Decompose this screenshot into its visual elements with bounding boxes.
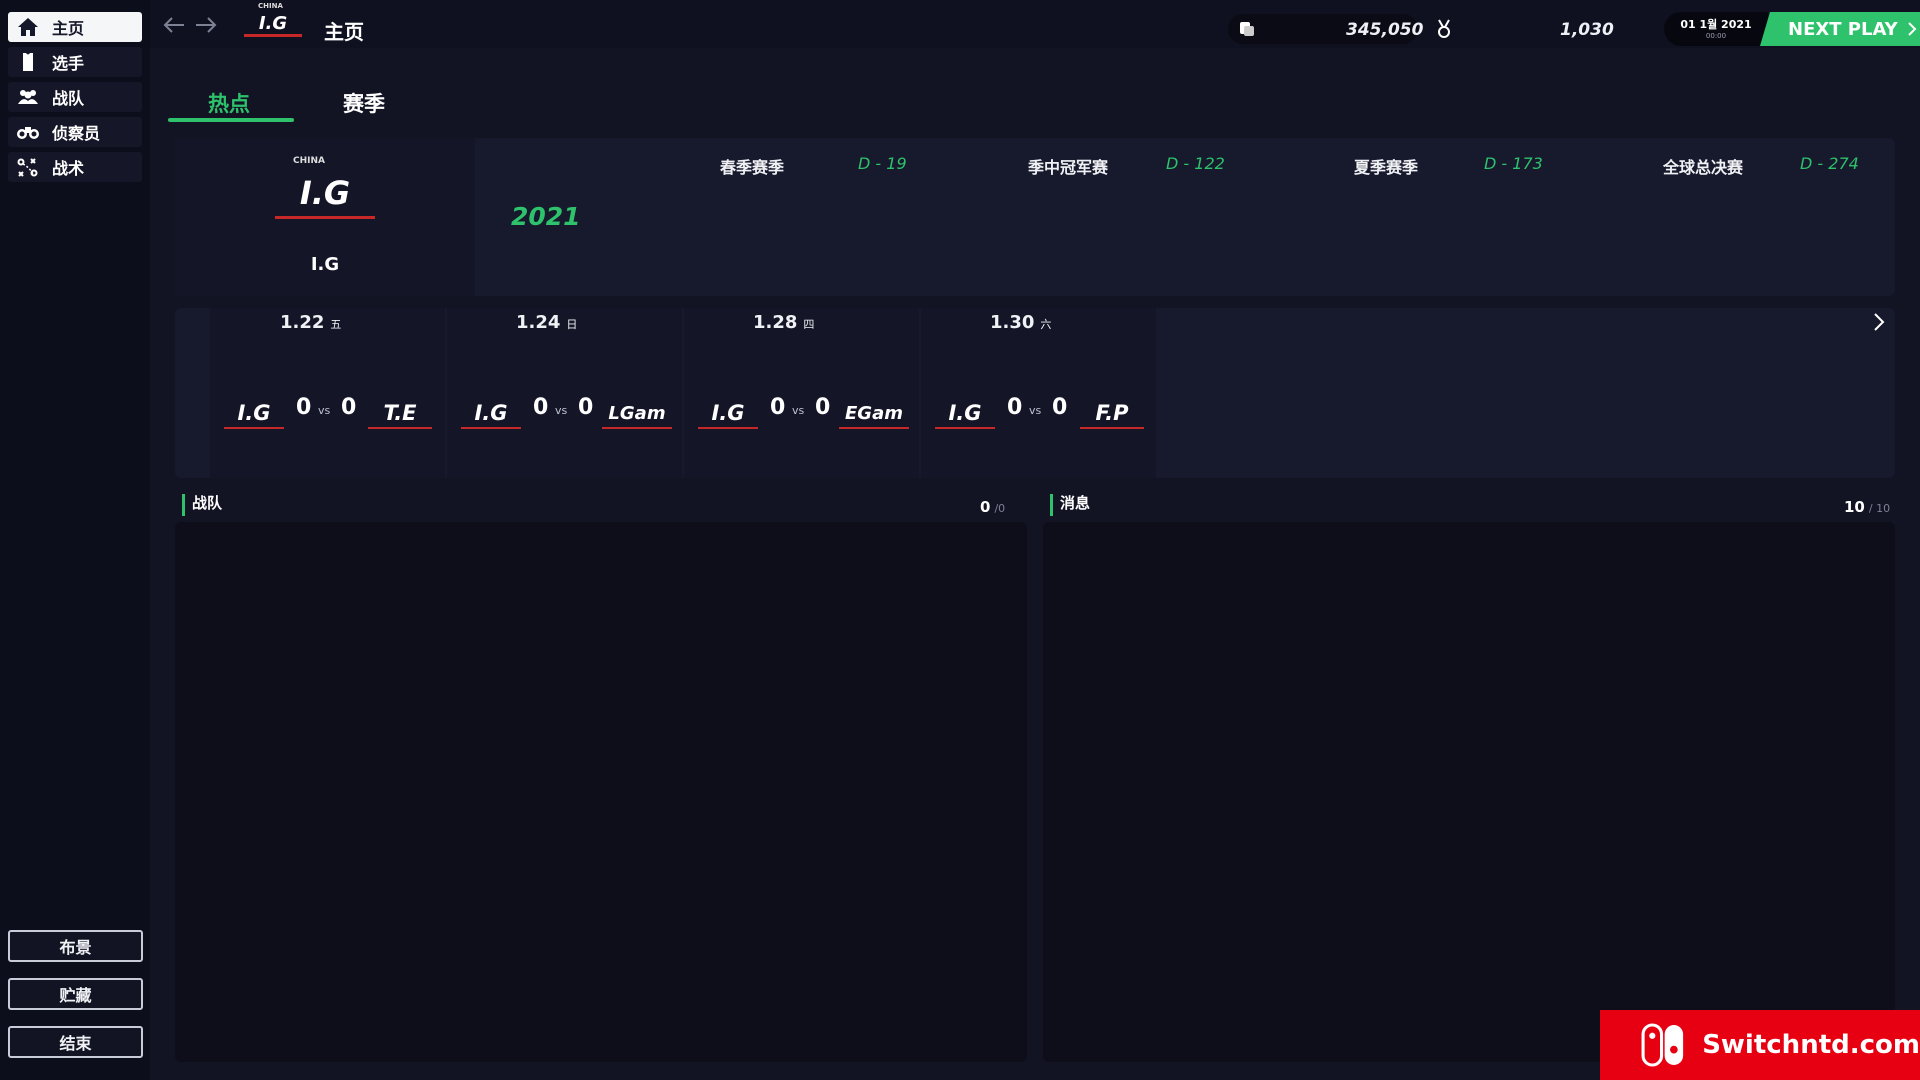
- event-msi-name: 季中冠军赛: [1028, 158, 1109, 177]
- sidebar: 主页 选手 战队 侦察员 战术 布景 贮藏 结束: [0, 0, 150, 1080]
- sidebar-item-label: 主页: [52, 19, 85, 38]
- fans-value: 1,030: [1560, 20, 1614, 40]
- money-value: 345,050: [1346, 20, 1424, 40]
- home-icon: [18, 18, 38, 36]
- sidebar-item-players[interactable]: 选手: [8, 47, 142, 77]
- page-title: 主页: [324, 20, 364, 44]
- away-score: 0: [341, 395, 357, 420]
- home-team-logo: I.G: [455, 385, 527, 431]
- team-panel: [175, 522, 1027, 1062]
- tab-hot[interactable]: 热点: [208, 88, 250, 118]
- tab-season[interactable]: 赛季: [343, 88, 385, 118]
- active-tab-indicator: [168, 118, 294, 122]
- vs-label: vs: [792, 404, 805, 417]
- layout-button[interactable]: 布景: [8, 930, 143, 962]
- team-panel-count: 0/0: [980, 498, 1006, 516]
- message-panel: [1043, 522, 1895, 1062]
- chevron-right-icon[interactable]: [1872, 312, 1886, 332]
- event-worlds-name: 全球总决赛: [1663, 158, 1744, 177]
- event-msi-days: D - 122: [1166, 154, 1225, 173]
- home-team-logo: I.G: [929, 385, 1001, 431]
- sidebar-item-team[interactable]: 战队: [8, 82, 142, 112]
- medal-icon: [1438, 19, 1450, 38]
- sidebar-item-scouts[interactable]: 侦察员: [8, 117, 142, 147]
- vs-label: vs: [318, 404, 331, 417]
- team-name: I.G: [310, 254, 340, 275]
- away-team-logo: EGam: [833, 385, 915, 431]
- date-display: 01 1월 2021 00:00: [1664, 12, 1768, 46]
- match-date: 1.28 四: [753, 312, 815, 333]
- next-play-button[interactable]: NEXT PLAY: [1760, 12, 1920, 46]
- team-logo-text: I.G: [299, 174, 351, 212]
- sidebar-item-label: 选手: [52, 54, 85, 73]
- top-bar: [150, 0, 1920, 48]
- header-team-logo: CHINA I.G: [240, 0, 306, 42]
- jersey-icon: [23, 53, 33, 71]
- home-score: 0: [770, 395, 786, 420]
- event-spring-days: D - 19: [858, 154, 907, 173]
- match-date: 1.22 五: [280, 312, 342, 333]
- message-panel-count: 10/ 10: [1844, 498, 1891, 516]
- tactics-icon: [17, 158, 38, 177]
- message-panel-title: 消息: [1050, 494, 1090, 516]
- home-team-logo: I.G: [218, 385, 290, 431]
- team-panel-title: 战队: [182, 494, 222, 516]
- away-team-logo: F.P: [1074, 385, 1150, 431]
- storage-button[interactable]: 贮藏: [8, 978, 143, 1010]
- sidebar-item-label: 侦察员: [52, 124, 101, 143]
- event-spring-name: 春季赛季: [720, 158, 785, 177]
- vs-label: vs: [1029, 404, 1042, 417]
- away-team-logo: T.E: [362, 385, 438, 431]
- sidebar-item-label: 战术: [52, 159, 85, 178]
- exit-button[interactable]: 结束: [8, 1026, 143, 1058]
- event-worlds-days: D - 274: [1800, 154, 1859, 173]
- logo-underline: [275, 216, 375, 219]
- watermark: Switchntd.com: [1600, 1010, 1920, 1080]
- logo-text: I.G: [258, 13, 288, 34]
- home-score: 0: [296, 395, 312, 420]
- home-score: 0: [533, 395, 549, 420]
- away-score: 0: [1052, 395, 1068, 420]
- chevron-right-icon: [1907, 22, 1917, 36]
- season-year: 2021: [511, 202, 581, 231]
- event-summer-days: D - 173: [1484, 154, 1543, 173]
- sidebar-item-tactics[interactable]: 战术: [8, 152, 142, 182]
- home-team-logo: I.G: [692, 385, 764, 431]
- logo-country-text: CHINA: [293, 156, 325, 166]
- match-date: 1.24 日: [516, 312, 578, 333]
- date-text: 01 1월 2021: [1680, 18, 1752, 31]
- logo-country-text: CHINA: [258, 2, 283, 10]
- home-score: 0: [1007, 395, 1023, 420]
- switch-logo-icon: [1641, 1023, 1684, 1067]
- match-date: 1.30 六: [990, 312, 1052, 333]
- binoculars-icon: [17, 127, 39, 139]
- coins-icon: [1240, 22, 1254, 36]
- event-summer-name: 夏季赛季: [1354, 158, 1419, 177]
- away-score: 0: [815, 395, 831, 420]
- away-score: 0: [578, 395, 594, 420]
- time-text: 00:00: [1705, 32, 1727, 40]
- back-arrow-icon[interactable]: [162, 16, 186, 34]
- sidebar-item-label: 战队: [52, 89, 85, 108]
- watermark-text: Switchntd.com: [1702, 1030, 1920, 1060]
- logo-underline: [244, 34, 302, 37]
- forward-arrow-icon[interactable]: [194, 16, 218, 34]
- team-card: CHINA I.G I.G: [175, 138, 475, 296]
- away-team-logo: LGam: [596, 385, 678, 431]
- next-play-label: NEXT PLAY: [1788, 18, 1898, 40]
- vs-label: vs: [555, 404, 568, 417]
- team-icon: [18, 90, 38, 104]
- sidebar-item-home[interactable]: 主页: [8, 12, 142, 42]
